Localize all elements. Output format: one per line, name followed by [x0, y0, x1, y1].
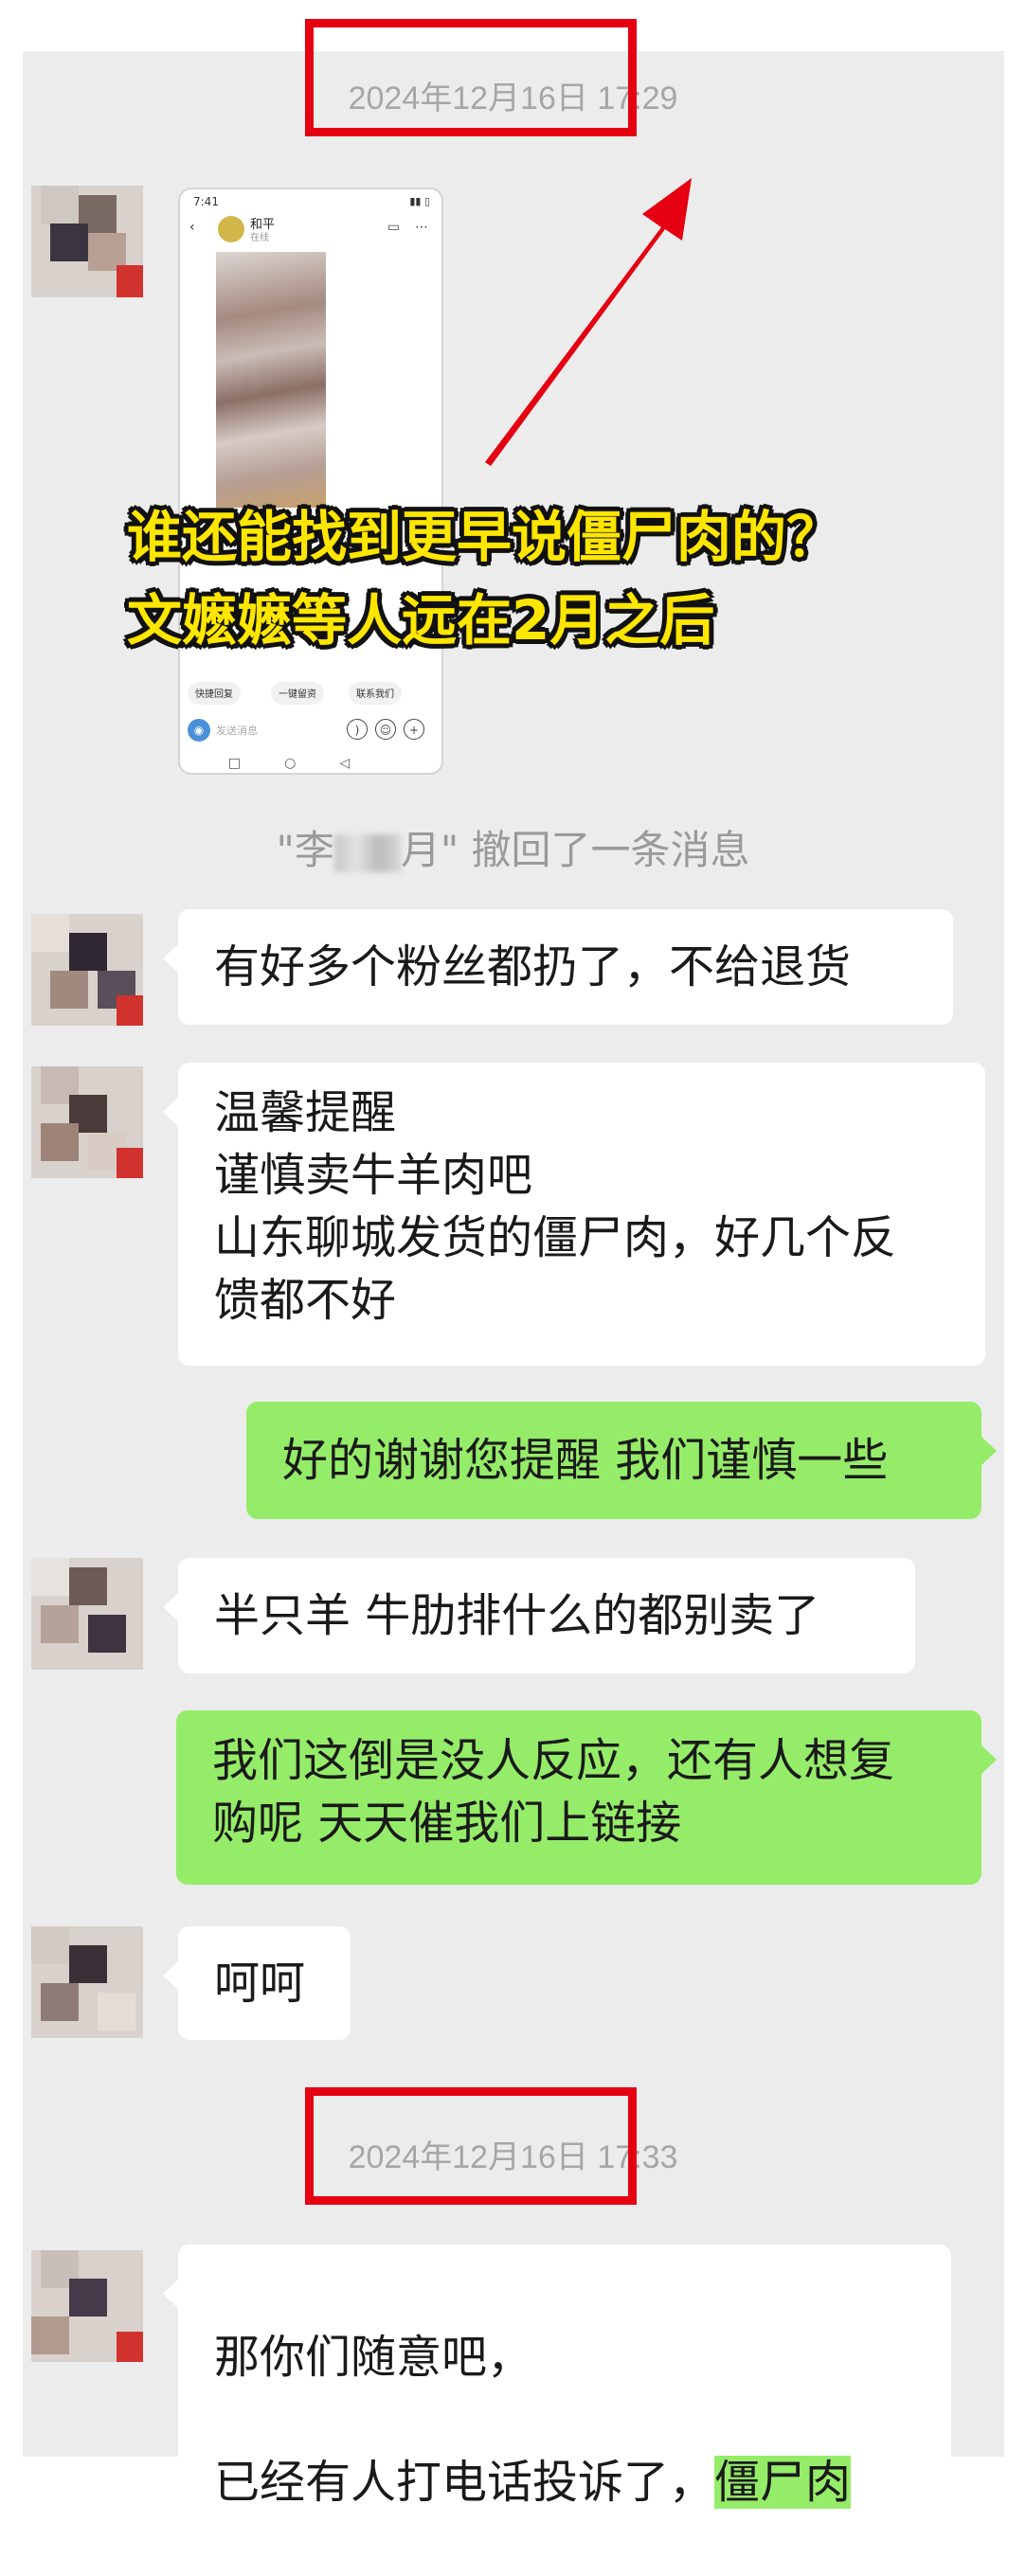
message-line-text: 已经有人打电话投诉了， — [214, 2456, 715, 2509]
camera-icon: ◉ — [188, 719, 210, 742]
message-bubble[interactable]: 温馨提醒 谨慎卖牛羊肉吧 山东聊城发货的僵尸肉，好几个反 馈都不好 — [163, 1063, 985, 1366]
highlighted-keyword: 僵尸肉 — [714, 2456, 852, 2509]
quick-lead-chip: 一键留资 — [271, 682, 324, 705]
avatar[interactable] — [31, 1926, 143, 2038]
message-bubble-self[interactable]: 好的谢谢您提醒 我们谨慎一些 — [246, 1402, 997, 1519]
recall-prefix: "李 — [276, 827, 334, 873]
voice-icon: ) — [347, 719, 368, 740]
message-line: 那你们随意吧， — [214, 2331, 533, 2384]
overlay-caption-line2: 文嬷嬷等人远在2月之后 — [127, 588, 715, 653]
phone-input-bar: ◉ 发送消息 ) ☺ + — [180, 715, 441, 749]
message-bubble[interactable]: 有好多个粉丝都扔了，不给退货 — [163, 909, 953, 1025]
overlay-caption-line1: 谁还能找到更早说僵尸肉的？ — [127, 505, 842, 569]
phone-input-placeholder: 发送消息 — [216, 724, 258, 737]
avatar[interactable] — [31, 914, 143, 1026]
recall-suffix: 月" 撤回了一条消息 — [400, 827, 750, 873]
recall-notice: "李 月" 撤回了一条消息 — [0, 818, 1026, 876]
quick-contact-chip: 联系我们 — [349, 682, 402, 705]
message-bubble[interactable]: 那你们随意吧， 已经有人打电话投诉了，僵尸肉 — [163, 2245, 951, 2509]
avatar[interactable] — [31, 2250, 143, 2362]
emoji-icon: ☺ — [375, 719, 396, 740]
quick-reply-chip: 快捷回复 — [188, 682, 241, 705]
message-bubble-self[interactable]: 我们这倒是没人反应，还有人想复 购呢 天天催我们上链接 — [176, 1710, 997, 1885]
phone-nav-bar: □○◁ — [227, 756, 394, 771]
message-line: 已经有人打电话投诉了，僵尸肉 — [214, 2451, 915, 2513]
avatar[interactable] — [31, 1558, 143, 1670]
message-bubble[interactable]: 半只羊 牛肋排什么的都别卖了 — [163, 1558, 915, 1673]
annotation-box — [305, 2087, 637, 2205]
annotation-arrow — [485, 178, 692, 466]
blurred-name — [333, 833, 401, 872]
plus-icon: + — [404, 719, 424, 740]
message-bubble[interactable]: 呵呵 — [163, 1926, 351, 2040]
avatar[interactable] — [31, 1066, 143, 1178]
